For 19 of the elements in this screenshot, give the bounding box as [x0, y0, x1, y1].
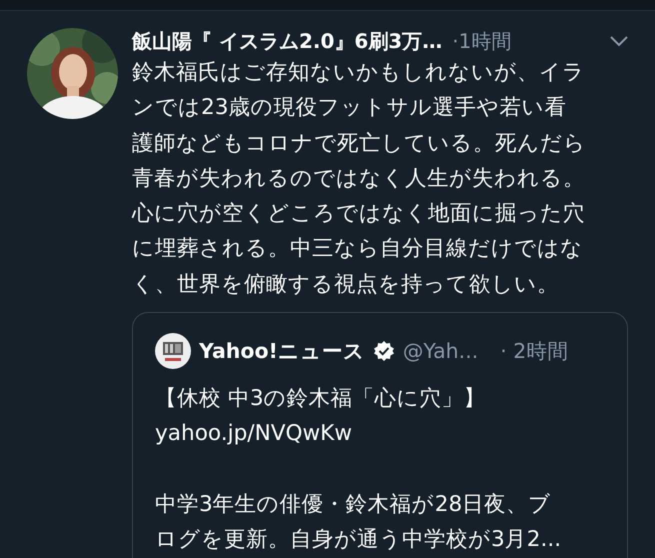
- quoted-text-line: ログを更新。自身が通う中学校が3月2...: [155, 526, 562, 554]
- quoted-timestamp: · 2時間: [500, 338, 568, 366]
- quoted-tweet-card[interactable]: Yahoo!ニュース @Yah... · 2時間 【休校 中3の鈴木福「心に穴」】 yahoo.jp/NVQwKw 中学3年生の俳優・鈴木福が28日夜、ブ ログを更新。自身が通う中学校が3月2...: [132, 312, 628, 558]
- quoted-text-line: 中学3年生の俳優・鈴木福が28日夜、ブ: [155, 490, 552, 519]
- timestamp[interactable]: ·1時間: [452, 28, 512, 54]
- news-logo-icon: [155, 333, 191, 370]
- tweet-text-line: に埋葬される。中三なら自分目線だけではな: [132, 235, 584, 264]
- tweet-text-line: 鈴木福氏はご存知ないかもしれないが、イラ: [132, 59, 586, 87]
- tweet-text-line: 青春が失われるのではなく人生が失われる。: [132, 164, 586, 193]
- quoted-author-name[interactable]: Yahoo!ニュース: [199, 337, 365, 366]
- tweet-text-line: 心に穴が空くどころではなく地面に掘った穴: [132, 200, 586, 228]
- quoted-link[interactable]: yahoo.jp/NVQwKw: [155, 416, 605, 452]
- quoted-handle[interactable]: @Yah...: [402, 339, 478, 364]
- tweet-text-line: く、世界を俯瞰する視点を持って欲しい。: [132, 270, 560, 299]
- chevron-down-icon[interactable]: [609, 35, 629, 47]
- tweet-text-line: ンでは23歳の現役フットサル選手や若い看: [132, 94, 568, 122]
- quoted-headline: 【休校 中3の鈴木福「心に穴」】: [155, 385, 487, 414]
- tweet-text-line: 護師などもコロナで死亡している。死んだら: [132, 130, 587, 158]
- author-name[interactable]: 飯山陽『 イスラム2.0』6刷3万…: [132, 28, 442, 54]
